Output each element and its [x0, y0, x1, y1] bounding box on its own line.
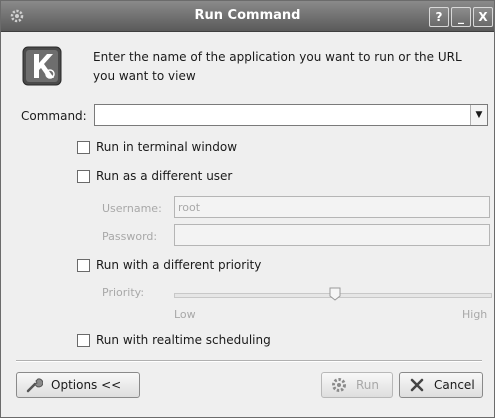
different-user-checkbox-label[interactable]: Run as a different user: [96, 169, 232, 183]
terminal-checkbox-row[interactable]: Run in terminal window: [77, 139, 237, 155]
priority-high-label: High: [462, 308, 488, 321]
gear-icon: [330, 376, 348, 394]
username-field[interactable]: [174, 196, 490, 218]
cancel-x-icon: [408, 376, 426, 394]
priority-checkbox-row[interactable]: Run with a different priority: [77, 257, 261, 273]
different-user-checkbox-row[interactable]: Run as a different user: [77, 168, 232, 184]
priority-label: Priority:: [102, 286, 145, 299]
separator: [16, 360, 482, 362]
wrench-icon: [25, 376, 43, 394]
username-label: Username:: [102, 202, 162, 215]
options-button-label: Options <<: [51, 378, 122, 392]
run-button-label: Run: [356, 378, 380, 392]
password-label: Password:: [102, 230, 158, 243]
realtime-checkbox[interactable]: [77, 333, 90, 347]
close-button[interactable]: X: [473, 7, 493, 27]
realtime-checkbox-row[interactable]: Run with realtime scheduling: [77, 332, 271, 348]
priority-checkbox[interactable]: [77, 258, 90, 272]
run-command-window: Run Command ? _ X Enter the name of the …: [0, 0, 495, 418]
command-input[interactable]: [95, 105, 475, 125]
priority-low-label: Low: [174, 308, 196, 321]
password-field[interactable]: [174, 224, 490, 246]
realtime-checkbox-label[interactable]: Run with realtime scheduling: [96, 333, 271, 347]
options-button[interactable]: Options <<: [16, 372, 140, 398]
dropdown-arrow-icon[interactable]: ▼: [470, 105, 487, 125]
command-label: Command:: [21, 109, 87, 123]
command-combobox[interactable]: ▼: [94, 104, 488, 126]
title-bar[interactable]: Run Command ? _ X: [1, 1, 494, 32]
terminal-checkbox[interactable]: [77, 140, 90, 154]
kde-logo-icon: [22, 46, 62, 86]
priority-slider-handle[interactable]: [329, 287, 341, 301]
terminal-checkbox-label[interactable]: Run in terminal window: [96, 140, 237, 154]
different-user-checkbox[interactable]: [77, 169, 90, 183]
run-button[interactable]: Run: [321, 372, 393, 398]
window-title: Run Command: [194, 8, 301, 23]
cancel-button[interactable]: Cancel: [399, 372, 483, 398]
help-button[interactable]: ?: [429, 7, 449, 27]
minimize-button[interactable]: _: [451, 7, 471, 27]
instruction-text: Enter the name of the application you wa…: [93, 50, 462, 83]
priority-checkbox-label[interactable]: Run with a different priority: [96, 258, 261, 272]
cancel-button-label: Cancel: [434, 378, 475, 392]
